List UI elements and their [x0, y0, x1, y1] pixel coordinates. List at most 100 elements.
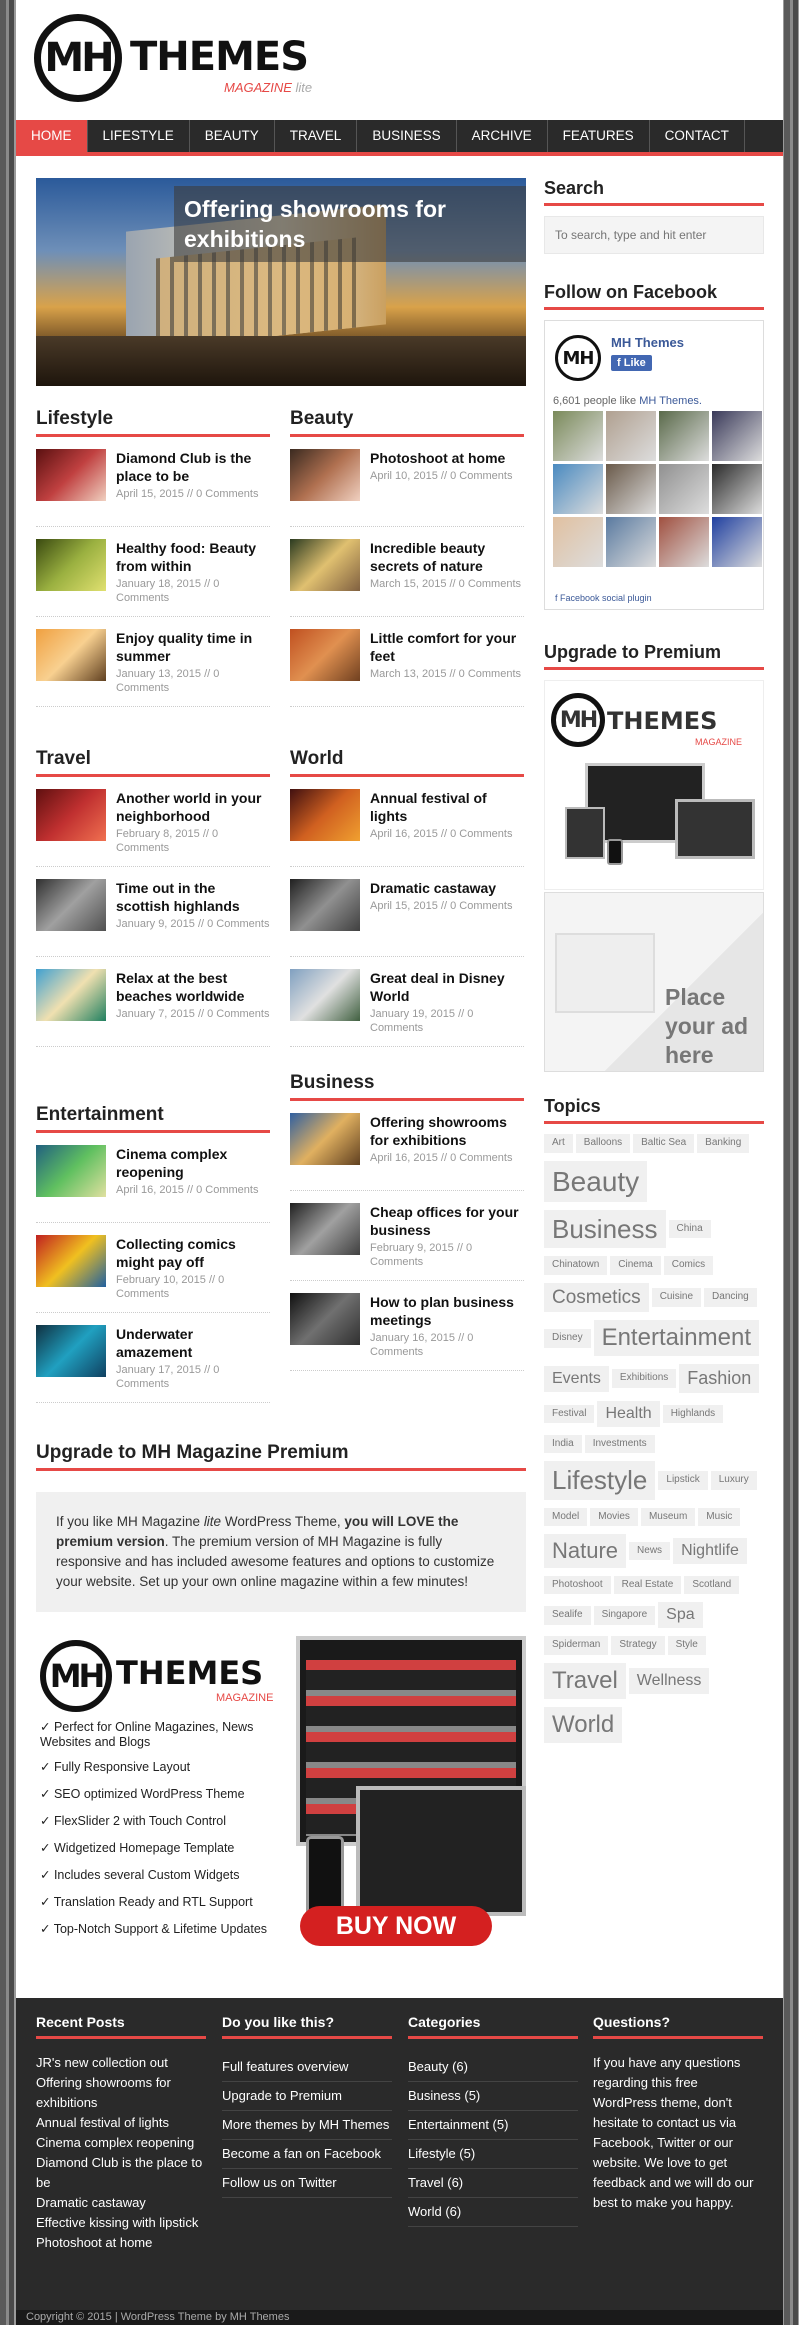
tag-scotland[interactable]: Scotland — [684, 1575, 740, 1595]
fb-fan-avatar[interactable] — [659, 517, 709, 567]
tag-cinema[interactable]: Cinema — [610, 1256, 661, 1275]
fb-fan-avatar[interactable] — [659, 464, 709, 514]
post-title[interactable]: Relax at the best beaches worldwide — [116, 969, 270, 1005]
nav-lifestyle[interactable]: LIFESTYLE — [88, 120, 190, 152]
section-title[interactable]: Lifestyle — [36, 408, 270, 437]
footer-category-link[interactable]: Lifestyle (5) — [408, 2140, 578, 2169]
premium-image[interactable]: MH THEMES MAGAZINE — [544, 680, 764, 890]
post-item[interactable]: Underwater amazement January 17, 2015 // … — [36, 1325, 270, 1403]
tag-beauty[interactable]: Beauty — [544, 1160, 648, 1202]
tag-fashion[interactable]: Fashion — [679, 1364, 760, 1393]
post-item[interactable]: Incredible beauty secrets of nature March… — [290, 539, 524, 617]
post-thumbnail[interactable] — [290, 879, 360, 931]
nav-business[interactable]: BUSINESS — [357, 120, 457, 152]
tag-singapore[interactable]: Singapore — [593, 1606, 656, 1625]
buy-now-button[interactable]: BUY NOW — [300, 1906, 492, 1946]
post-title[interactable]: Cheap offices for your business — [370, 1203, 524, 1239]
tag-china[interactable]: China — [668, 1219, 711, 1238]
tag-spa[interactable]: Spa — [658, 1602, 703, 1629]
tag-entertainment[interactable]: Entertainment — [593, 1320, 759, 1357]
post-item[interactable]: Healthy food: Beauty from within January … — [36, 539, 270, 617]
tag-movies[interactable]: Movies — [590, 1507, 638, 1527]
section-title[interactable]: Business — [290, 1072, 524, 1101]
tag-exhibitions[interactable]: Exhibitions — [611, 1369, 677, 1388]
post-thumbnail[interactable] — [36, 539, 106, 591]
fb-fan-avatar[interactable] — [606, 464, 656, 514]
tag-banking[interactable]: Banking — [697, 1134, 750, 1153]
post-item[interactable]: Photoshoot at home April 10, 2015 // 0 Co… — [290, 449, 524, 527]
post-item[interactable]: Another world in your neighborhood Februa… — [36, 789, 270, 867]
tag-balloons[interactable]: Balloons — [575, 1134, 631, 1153]
post-title[interactable]: Offering showrooms for exhibitions — [370, 1113, 524, 1149]
nav-travel[interactable]: TRAVEL — [275, 120, 358, 152]
post-item[interactable]: Diamond Club is the place to be April 15,… — [36, 449, 270, 527]
post-title[interactable]: Underwater amazement — [116, 1325, 270, 1361]
footer-category-link[interactable]: Business (5) — [408, 2082, 578, 2111]
post-title[interactable]: Little comfort for your feet — [370, 629, 524, 665]
tag-dancing[interactable]: Dancing — [704, 1288, 757, 1307]
fb-fan-avatar[interactable] — [712, 464, 762, 514]
footer-like-link[interactable]: Full features overview — [222, 2053, 392, 2082]
tag-world[interactable]: World — [544, 1706, 623, 1743]
tag-nightlife[interactable]: Nightlife — [673, 1538, 747, 1564]
tag-strategy[interactable]: Strategy — [611, 1636, 665, 1655]
fb-fan-avatar[interactable] — [606, 411, 656, 461]
featured-slider[interactable]: Offering showrooms for exhibitions — [36, 178, 526, 386]
post-item[interactable]: Annual festival of lights April 16, 2015 … — [290, 789, 524, 867]
post-item[interactable]: Great deal in Disney World January 19, 20… — [290, 969, 524, 1047]
post-thumbnail[interactable] — [36, 1325, 106, 1377]
post-thumbnail[interactable] — [36, 629, 106, 681]
post-title[interactable]: Annual festival of lights — [370, 789, 524, 825]
post-thumbnail[interactable] — [36, 1235, 106, 1287]
post-title[interactable]: Another world in your neighborhood — [116, 789, 270, 825]
tag-chinatown[interactable]: Chinatown — [544, 1256, 608, 1275]
tag-health[interactable]: Health — [597, 1400, 660, 1427]
tag-events[interactable]: Events — [544, 1365, 609, 1392]
nav-features[interactable]: FEATURES — [548, 120, 650, 152]
footer-recent-link[interactable]: Annual festival of lights — [36, 2113, 206, 2133]
tag-investments[interactable]: Investments — [584, 1434, 655, 1454]
post-item[interactable]: Cheap offices for your business February … — [290, 1203, 524, 1281]
search-input[interactable] — [544, 216, 764, 254]
footer-category-link[interactable]: Entertainment (5) — [408, 2111, 578, 2140]
post-title[interactable]: Enjoy quality time in summer — [116, 629, 270, 665]
post-title[interactable]: Diamond Club is the place to be — [116, 449, 270, 485]
post-item[interactable]: Enjoy quality time in summer January 13, … — [36, 629, 270, 707]
tag-luxury[interactable]: Luxury — [710, 1471, 757, 1490]
footer-category-link[interactable]: World (6) — [408, 2198, 578, 2227]
nav-archive[interactable]: ARCHIVE — [457, 120, 548, 152]
tag-museum[interactable]: Museum — [640, 1507, 696, 1527]
tag-disney[interactable]: Disney — [544, 1329, 591, 1348]
tag-sealife[interactable]: Sealife — [544, 1606, 591, 1625]
section-title[interactable]: World — [290, 748, 524, 777]
fb-fan-avatar[interactable] — [553, 464, 603, 514]
fb-fan-avatar[interactable] — [659, 411, 709, 461]
nav-contact[interactable]: CONTACT — [650, 120, 745, 152]
fb-fan-avatar[interactable] — [712, 411, 762, 461]
post-title[interactable]: Collecting comics might pay off — [116, 1235, 270, 1271]
site-logo[interactable]: MH THEMES MAGAZINE lite — [34, 14, 314, 106]
post-thumbnail[interactable] — [36, 969, 106, 1021]
premium-promo[interactable]: MH THEMES MAGAZINE ✓ Perfect for Online … — [36, 1636, 526, 1946]
tag-festival[interactable]: Festival — [544, 1404, 595, 1423]
post-title[interactable]: Healthy food: Beauty from within — [116, 539, 270, 575]
post-item[interactable]: Time out in the scottish highlands Januar… — [36, 879, 270, 957]
tag-business[interactable]: Business — [544, 1209, 666, 1248]
tag-highlands[interactable]: Highlands — [662, 1404, 724, 1423]
footer-recent-link[interactable]: Dramatic castaway — [36, 2193, 206, 2213]
tag-art[interactable]: Art — [544, 1134, 573, 1153]
tag-lifestyle[interactable]: Lifestyle — [544, 1461, 656, 1500]
tag-travel[interactable]: Travel — [544, 1662, 626, 1699]
post-thumbnail[interactable] — [290, 789, 360, 841]
footer-category-link[interactable]: Travel (6) — [408, 2169, 578, 2198]
post-thumbnail[interactable] — [36, 1145, 106, 1197]
post-thumbnail[interactable] — [290, 1203, 360, 1255]
footer-recent-link[interactable]: Diamond Club is the place to be — [36, 2153, 206, 2193]
fb-like-button[interactable]: f Like — [611, 355, 652, 371]
nav-beauty[interactable]: BEAUTY — [190, 120, 275, 152]
footer-like-link[interactable]: Become a fan on Facebook — [222, 2140, 392, 2169]
tag-cosmetics[interactable]: Cosmetics — [544, 1282, 649, 1313]
footer-recent-link[interactable]: Cinema complex reopening — [36, 2133, 206, 2153]
post-thumbnail[interactable] — [290, 969, 360, 1021]
footer-category-link[interactable]: Beauty (6) — [408, 2053, 578, 2082]
